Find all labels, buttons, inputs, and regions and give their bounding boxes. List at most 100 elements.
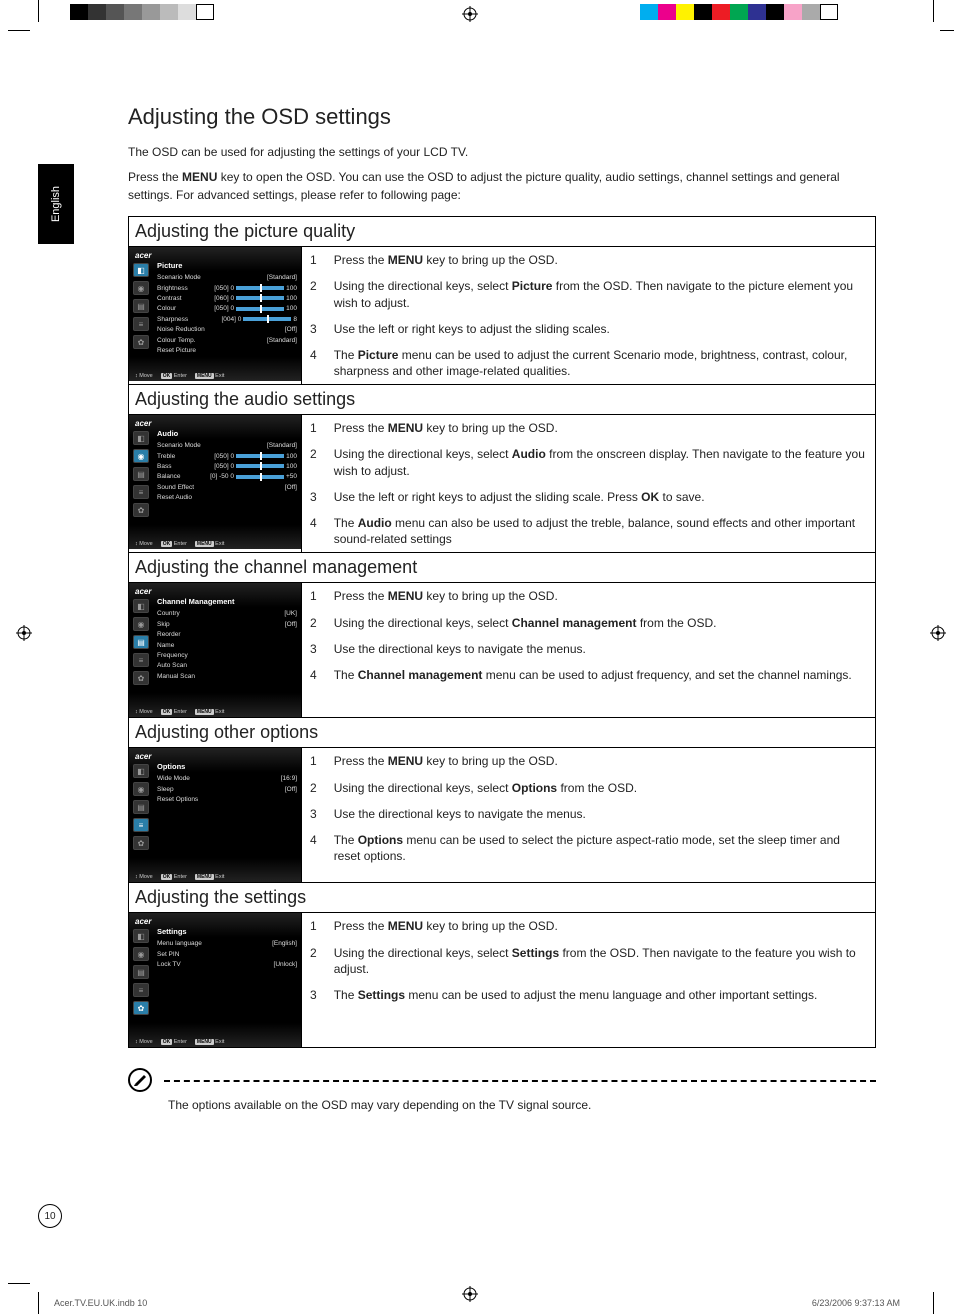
osd-item[interactable]: Lock TV[Unlock]: [157, 960, 297, 970]
step-row: 1Press the MENU key to bring up the OSD.: [302, 748, 875, 774]
osd-item-value: [Off]: [285, 620, 297, 630]
step-text: Use the directional keys to navigate the…: [325, 636, 875, 662]
step-text: Use the left or right keys to adjust the…: [325, 484, 875, 510]
osd-item[interactable]: Sleep[Off]: [157, 785, 297, 795]
osd-tab-icon[interactable]: ✿: [133, 671, 149, 685]
osd-tab-icon[interactable]: ✿: [133, 836, 149, 850]
right-colorbar: [640, 4, 838, 20]
osd-item[interactable]: Reorder: [157, 630, 297, 640]
step-row: 1Press the MENU key to bring up the OSD.: [302, 583, 875, 609]
osd-item-value: [Standard]: [267, 336, 297, 346]
step-text: Use the directional keys to navigate the…: [325, 801, 875, 827]
step-number: 1: [302, 583, 325, 609]
osd-tab-icon[interactable]: ✿: [133, 503, 149, 517]
osd-item[interactable]: Name: [157, 641, 297, 651]
osd-tab-icon[interactable]: ◉: [133, 782, 149, 796]
osd-tab-icon[interactable]: ▤: [133, 635, 149, 649]
osd-tab-icon[interactable]: ◧: [133, 764, 149, 778]
osd-item[interactable]: Set PIN: [157, 950, 297, 960]
language-tab: English: [38, 164, 74, 244]
osd-item[interactable]: Brightness[050] 0100: [157, 284, 297, 294]
osd-item-value: [Unlock]: [274, 960, 297, 970]
osd-tab-icon[interactable]: ≡: [133, 818, 149, 832]
intro-p1: The OSD can be used for adjusting the se…: [128, 144, 876, 161]
osd-tab-icon[interactable]: ≡: [133, 653, 149, 667]
osd-item[interactable]: Auto Scan: [157, 661, 297, 671]
step-row: 4The Audio menu can also be used to adju…: [302, 510, 875, 552]
osd-item-label: Contrast: [157, 294, 182, 304]
osd-item[interactable]: Bass[050] 0100: [157, 462, 297, 472]
osd-item-label: Reset Options: [157, 795, 198, 805]
osd-footer: ↕ MoveOK EnterMENU Exit: [135, 541, 295, 547]
osd-item-label: Noise Reduction: [157, 325, 205, 335]
osd-menu-title: Options: [157, 762, 185, 771]
osd-tab-icon[interactable]: ◉: [133, 617, 149, 631]
step-row: 2Using the directional keys, select Opti…: [302, 775, 875, 801]
osd-item[interactable]: Sharpness[004] 08: [157, 315, 297, 325]
osd-tab-icon[interactable]: ◧: [133, 431, 149, 445]
step-number: 3: [302, 801, 325, 827]
osd-tab-icon[interactable]: ◉: [133, 947, 149, 961]
osd-item[interactable]: Contrast[060] 0100: [157, 294, 297, 304]
osd-screenshot: acer ◧ ◉ ▤ ≡ ✿ Options Wide Mode[16:9]Sleep[Off…: [129, 748, 302, 883]
osd-item[interactable]: Scenario Mode[Standard]: [157, 441, 297, 451]
osd-item-label: Frequency: [157, 651, 188, 661]
osd-item[interactable]: Scenario Mode[Standard]: [157, 273, 297, 283]
osd-footer: ↕ MoveOK EnterMENU Exit: [135, 709, 295, 715]
osd-tab-icon[interactable]: ◧: [133, 263, 149, 277]
steps-cell: 1Press the MENU key to bring up the OSD.…: [302, 748, 876, 883]
osd-item[interactable]: Noise Reduction[Off]: [157, 325, 297, 335]
osd-menu-title: Channel Management: [157, 597, 235, 606]
osd-tab-icon[interactable]: ▤: [133, 965, 149, 979]
osd-tab-icon[interactable]: ◉: [133, 449, 149, 463]
osd-item[interactable]: Reset Options: [157, 795, 297, 805]
osd-tab-icon[interactable]: ▤: [133, 800, 149, 814]
step-row: 2Using the directional keys, select Pict…: [302, 273, 875, 315]
osd-tab-icon[interactable]: ▤: [133, 299, 149, 313]
step-text: The Settings menu can be used to adjust …: [325, 982, 875, 1008]
imprint: Acer.TV.EU.UK.indb 10 6/23/2006 9:37:13 …: [54, 1298, 900, 1308]
osd-tab-icon[interactable]: ◧: [133, 929, 149, 943]
osd-item[interactable]: Reset Picture: [157, 346, 297, 356]
steps-cell: 1Press the MENU key to bring up the OSD.…: [302, 583, 876, 718]
osd-tab-icon[interactable]: ✿: [133, 1001, 149, 1015]
osd-item-label: Treble: [157, 452, 175, 462]
osd-screenshot: acer◧◉▤≡✿PictureScenario Mode[Standard]B…: [129, 247, 302, 385]
osd-item[interactable]: Sound Effect[Off]: [157, 483, 297, 493]
note-row: [128, 1070, 876, 1092]
osd-item[interactable]: Menu language[English]: [157, 939, 297, 949]
brand-logo: acer: [135, 587, 151, 596]
brand-logo: acer: [135, 752, 151, 761]
osd-item[interactable]: Manual Scan: [157, 672, 297, 682]
osd-item-label: Reset Picture: [157, 346, 196, 356]
brand-logo: acer: [135, 251, 151, 260]
osd-item-value: [English]: [272, 939, 297, 949]
osd-item-value: [UK]: [284, 609, 297, 619]
osd-item-value: [050] 0100: [214, 284, 297, 294]
osd-item[interactable]: Treble[050] 0100: [157, 452, 297, 462]
step-text: The Channel management menu can be used …: [325, 662, 875, 688]
osd-item[interactable]: Colour Temp.[Standard]: [157, 336, 297, 346]
osd-tab-icon[interactable]: ▤: [133, 467, 149, 481]
osd-tab-icon[interactable]: ✿: [133, 335, 149, 349]
osd-item[interactable]: Frequency: [157, 651, 297, 661]
osd-item[interactable]: Skip[Off]: [157, 620, 297, 630]
osd-screenshot: acer ◧ ◉ ▤ ≡ ✿ Channel Management Country[UK]Sk…: [129, 583, 302, 718]
step-number: 4: [302, 827, 325, 869]
osd-item[interactable]: Colour[050] 0100: [157, 304, 297, 314]
osd-tab-icon[interactable]: ≡: [133, 983, 149, 997]
osd-tab-icon[interactable]: ≡: [133, 485, 149, 499]
osd-tab-icon[interactable]: ◧: [133, 599, 149, 613]
step-number: 3: [302, 982, 325, 1008]
osd-item[interactable]: Balance[0] -50 0+50: [157, 472, 297, 482]
osd-item[interactable]: Reset Audio: [157, 493, 297, 503]
osd-item[interactable]: Country[UK]: [157, 609, 297, 619]
osd-item[interactable]: Wide Mode[16:9]: [157, 774, 297, 784]
osd-sidebar: ◧ ◉ ▤ ≡ ✿: [133, 929, 151, 1019]
brand-logo: acer: [135, 419, 151, 428]
sections-table: Adjusting the picture qualityacer◧◉▤≡✿Pi…: [128, 216, 876, 1048]
osd-tab-icon[interactable]: ≡: [133, 317, 149, 331]
step-row: 2Using the directional keys, select Audi…: [302, 441, 875, 483]
osd-item-label: Wide Mode: [157, 774, 190, 784]
osd-tab-icon[interactable]: ◉: [133, 281, 149, 295]
